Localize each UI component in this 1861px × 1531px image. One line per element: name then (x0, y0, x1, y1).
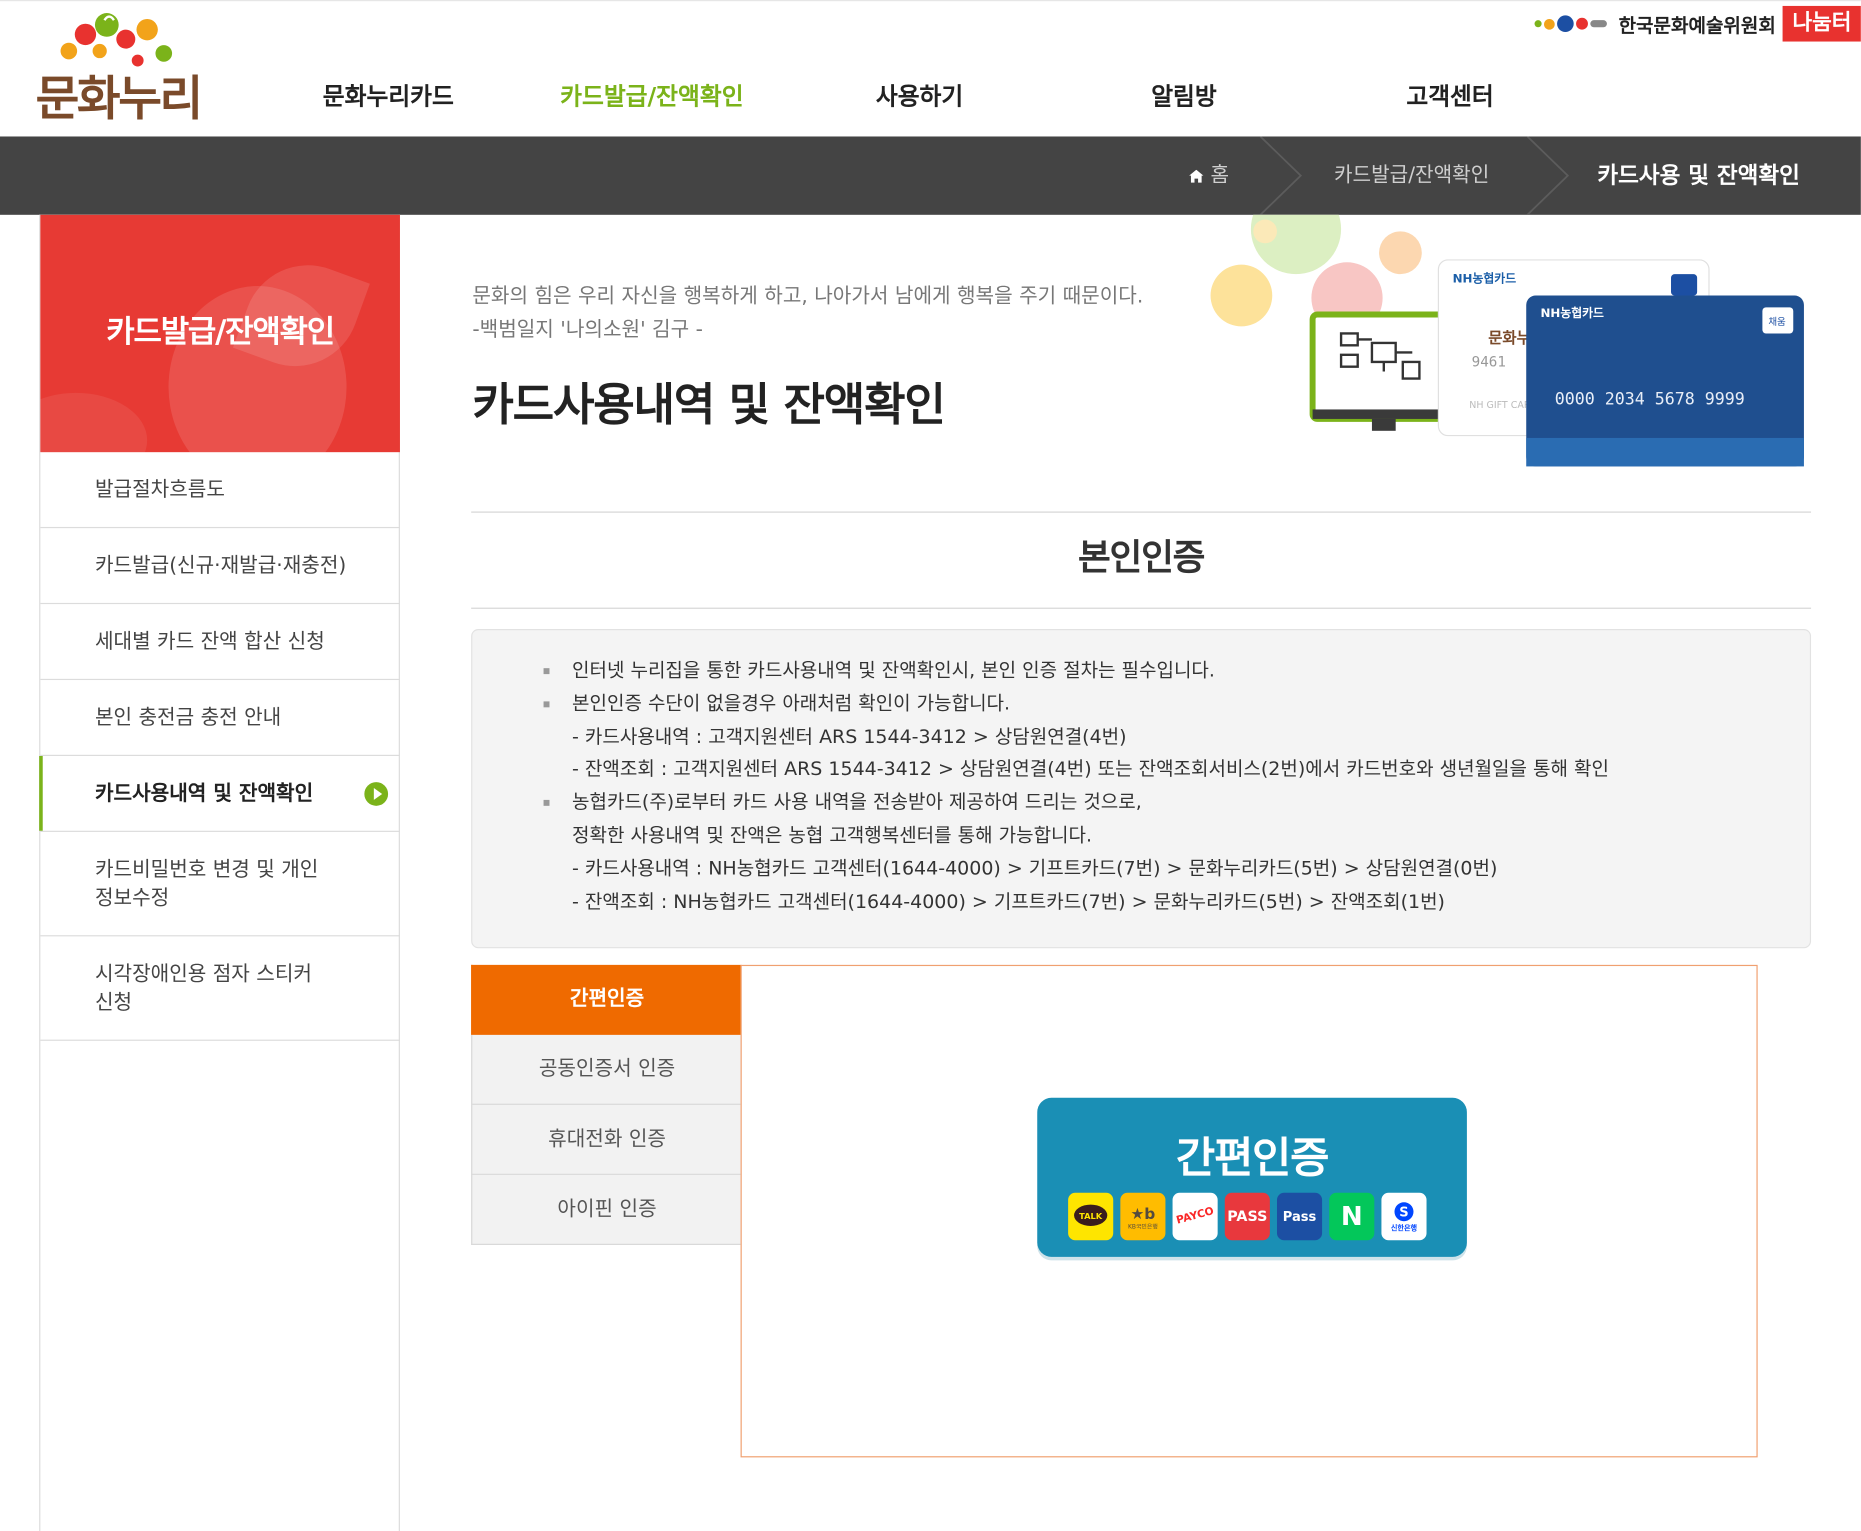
svg-text:★b: ★b (1130, 1204, 1155, 1222)
quote-author: -백범일지 '나의소원' 김구 - (472, 318, 703, 342)
breadcrumb-home-label: 홈 (1210, 163, 1230, 188)
sidebar-item-label: 카드사용내역 및 잔액확인 (94, 781, 314, 806)
page-root: 문화누리 문화누리카드 카드발급/잔액확인 사용하기 알림방 고객센터 한국문화… (0, 0, 1861, 1531)
svg-text:채움: 채움 (1768, 317, 1786, 328)
sidebar-item-issue-flow[interactable]: 발급절차흐름도 (40, 452, 400, 529)
sidebar: 카드발급/잔액확인 발급절차흐름도 카드발급(신규·재발급·재충전) 세대별 카… (39, 214, 400, 1531)
nav-item-customer-center[interactable]: 고객센터 (1406, 77, 1493, 111)
site-header: 문화누리 문화누리카드 카드발급/잔액확인 사용하기 알림방 고객센터 한국문화… (0, 0, 1861, 137)
sidebar-item-password-change[interactable]: 카드비밀번호 변경 및 개인 정보수정 (40, 832, 400, 937)
arrow-right-circle-icon (364, 781, 389, 806)
svg-text:9461: 9461 (1472, 355, 1506, 371)
quote-text: 문화의 힘은 우리 자신을 행복하게 하고, 나아가서 남에게 행복을 주기 때… (472, 284, 1144, 309)
partner-links: 한국문화예술위원회 나눔터 (1534, 5, 1861, 42)
notice-line: 본인인증 수단이 없을경우 아래처럼 확인이 가능합니다. (543, 687, 1810, 720)
samsung-pass-icon: Pass (1276, 1192, 1323, 1241)
notice-line: 정확한 사용내역 및 잔액은 농협 고객행복센터를 통해 가능합니다. (572, 823, 1093, 847)
easy-auth-button[interactable]: 간편인증 TALK ★b KB국민은행 PAYCO PASS Pass N S … (1037, 1097, 1467, 1257)
hero-illustration: NH농협카드 문화누리 9461 NH GIFT CARD NH농협카드 채움 … (1199, 183, 1816, 476)
notice-line: 인터넷 누리집을 통한 카드사용내역 및 잔액확인시, 본인 인증 절차는 필수… (543, 654, 1810, 687)
sidebar-item-label: 본인 충전금 충전 안내 (94, 705, 282, 730)
home-icon (1189, 169, 1204, 183)
breadcrumb-home[interactable]: 홈 (1189, 136, 1229, 214)
sidebar-item-household-sum[interactable]: 세대별 카드 잔액 합산 신청 (40, 604, 400, 681)
notice-line: - 카드사용내역 : NH농협카드 고객센터(1644-4000) > 기프트카… (572, 856, 1498, 880)
shinhan-bank-icon: S 신한은행 (1381, 1192, 1427, 1241)
breadcrumb-separator-icon (1526, 136, 1570, 215)
sidebar-item-label: 세대별 카드 잔액 합산 신청 (94, 629, 325, 654)
arko-link[interactable]: 한국문화예술위원회 (1619, 9, 1776, 37)
sidebar-item-self-charge[interactable]: 본인 충전금 충전 안내 (40, 680, 400, 756)
svg-text:TALK: TALK (1079, 1211, 1103, 1221)
page-title: 카드사용내역 및 잔액확인 (472, 378, 946, 431)
breadcrumb-level1[interactable]: 카드발급/잔액확인 (1334, 136, 1489, 214)
notice-line: 농협카드(주)로부터 카드 사용 내역을 전송받아 제공하여 드리는 것으로, (543, 786, 1810, 819)
section-divider (471, 511, 1812, 513)
nav-item-usage[interactable]: 사용하기 (876, 77, 963, 111)
tab-easy-auth[interactable]: 간편인증 (471, 964, 742, 1035)
hero-quote: 문화의 힘은 우리 자신을 행복하게 하고, 나아가서 남에게 행복을 주기 때… (472, 280, 1143, 346)
kb-bank-icon: ★b KB국민은행 (1120, 1192, 1166, 1241)
svg-text:NH농협카드: NH농협카드 (1540, 306, 1604, 320)
naver-icon: N (1329, 1192, 1375, 1241)
section-divider (471, 607, 1812, 609)
nav-item-munhwa-card[interactable]: 문화누리카드 (323, 77, 454, 111)
payco-icon: PAYCO (1172, 1192, 1218, 1241)
breadcrumb-current: 카드사용 및 잔액확인 (1597, 162, 1800, 189)
auth-tab-panel: 간편인증 TALK ★b KB국민은행 PAYCO PASS Pass N S … (740, 964, 1758, 1458)
tab-ipin-auth[interactable]: 아이핀 인증 (471, 1174, 742, 1245)
nanum-link[interactable]: 나눔터 (1782, 5, 1861, 42)
kakao-icon: TALK (1068, 1192, 1114, 1241)
pass-icon: PASS (1224, 1192, 1270, 1241)
sidebar-title: 카드발급/잔액확인 (106, 314, 335, 351)
breadcrumb-separator-icon (1259, 136, 1303, 215)
provider-list: TALK ★b KB국민은행 PAYCO PASS Pass N S 신한은행 (1068, 1192, 1427, 1241)
sidebar-header: 카드발급/잔액확인 (40, 214, 400, 453)
sidebar-item-usage-balance[interactable]: 카드사용내역 및 잔액확인 (39, 755, 400, 832)
sidebar-item-label: 카드비밀번호 변경 및 개인 정보수정 (94, 857, 319, 910)
arko-logo-icon (1534, 15, 1609, 33)
notice-list: 인터넷 누리집을 통한 카드사용내역 및 잔액확인시, 본인 인증 절차는 필수… (472, 630, 1810, 918)
nav-item-card-issue[interactable]: 카드발급/잔액확인 (560, 77, 743, 111)
sidebar-item-braille-sticker[interactable]: 시각장애인용 점자 스티커 신청 (40, 936, 400, 1041)
card-illustration-icon: NH농협카드 문화누리 9461 NH GIFT CARD NH농협카드 채움 … (1210, 183, 1804, 467)
tab-certificate-auth[interactable]: 공동인증서 인증 (471, 1034, 742, 1105)
svg-text:NH농협카드: NH농협카드 (1453, 271, 1517, 285)
easy-auth-title: 간편인증 (1175, 1134, 1330, 1184)
sidebar-item-card-issue[interactable]: 카드발급(신규·재발급·재충전) (40, 528, 400, 605)
notice-box: 인터넷 누리집을 통한 카드사용내역 및 잔액확인시, 본인 인증 절차는 필수… (471, 629, 1812, 949)
sidebar-item-label: 시각장애인용 점자 스티커 신청 (94, 961, 312, 1015)
section-title: 본인인증 (1077, 537, 1205, 580)
nav-item-notice[interactable]: 알림방 (1151, 77, 1217, 111)
svg-text:S: S (1399, 1205, 1408, 1220)
svg-text:0000 2034 5678 9999: 0000 2034 5678 9999 (1555, 390, 1745, 409)
main-nav: 문화누리카드 카드발급/잔액확인 사용하기 알림방 고객센터 (0, 77, 1861, 120)
sidebar-item-label: 발급절차흐름도 (94, 477, 225, 502)
breadcrumb: 홈 카드발급/잔액확인 카드사용 및 잔액확인 (0, 136, 1861, 215)
sidebar-item-label: 카드발급(신규·재발급·재충전) (94, 553, 347, 578)
notice-line: - 잔액조회 : NH농협카드 고객센터(1644-4000) > 기프트카드(… (572, 889, 1445, 913)
notice-line: - 잔액조회 : 고객지원센터 ARS 1544-3412 > 상담원연결(4번… (572, 757, 1609, 781)
auth-tabs: 간편인증 공동인증서 인증 휴대전화 인증 아이핀 인증 (471, 964, 742, 1245)
notice-line: - 카드사용내역 : 고객지원센터 ARS 1544-3412 > 상담원연결(… (572, 724, 1127, 748)
tab-phone-auth[interactable]: 휴대전화 인증 (471, 1104, 742, 1175)
